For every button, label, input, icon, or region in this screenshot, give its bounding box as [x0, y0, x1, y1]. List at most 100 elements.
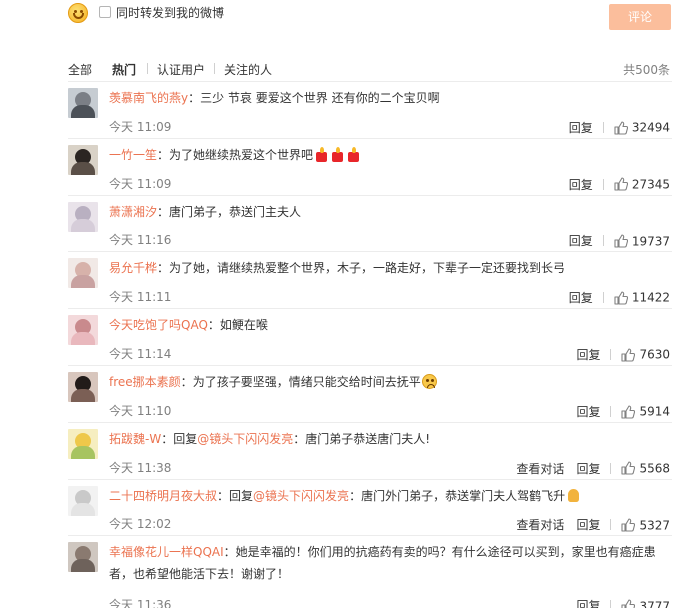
comment-username[interactable]: 一竹一笙: [109, 148, 157, 162]
like-button[interactable]: 32494: [614, 120, 670, 135]
comment-text: 拓跋魏-W：回复@镜头下闪闪发亮：唐门弟子恭送唐门夫人!: [109, 428, 669, 450]
comment-item: 易允千桦：为了她，请继续热爱整个世界，木子，一路走好，下辈子一定还要找到长弓 今天…: [68, 252, 672, 310]
tab-verified-users[interactable]: 认证用户: [157, 61, 205, 78]
emoji-picker-icon[interactable]: [68, 3, 88, 23]
mention-separator: ：: [349, 488, 362, 503]
comment-username[interactable]: 羡慕南飞的燕y: [109, 91, 188, 105]
like-button[interactable]: 7630: [621, 347, 670, 362]
action-divider: [602, 178, 604, 190]
user-avatar[interactable]: [68, 144, 98, 175]
username-separator: ：: [207, 318, 220, 333]
user-avatar[interactable]: [68, 428, 98, 459]
pray-icon: [566, 488, 581, 503]
mention-separator: ：: [293, 431, 306, 446]
comment-item: 羡慕南飞的燕y：三少 节哀 要爱这个世界 还有你的二个宝贝啊今天 11:09 回复…: [68, 82, 672, 139]
repost-checkbox-label[interactable]: 同时转发到我的微博: [116, 4, 224, 21]
reply-button[interactable]: 回复: [569, 234, 593, 248]
username-separator: ：: [157, 261, 170, 276]
comment-content: 为了孩子要坚强，情绪只能交给时间去抚平: [192, 374, 421, 389]
reply-button[interactable]: 回复: [576, 599, 600, 608]
like-button[interactable]: 19737: [614, 234, 670, 248]
comment-content: 唐门弟子恭送唐门夫人!: [305, 431, 431, 446]
action-divider: [610, 348, 612, 360]
tab-following[interactable]: 关注的人: [224, 61, 272, 78]
thumbs-up-icon: [614, 120, 628, 135]
like-count: 3777: [639, 599, 670, 608]
comment-text: 一竹一笙：为了她继续热爱这个世界吧: [109, 144, 669, 166]
comment-username[interactable]: 萧潇湘汐: [109, 205, 157, 219]
like-count: 5914: [639, 404, 670, 419]
like-button[interactable]: 3777: [621, 599, 670, 608]
comment-username[interactable]: free挪本素颜: [109, 375, 181, 389]
user-avatar[interactable]: [68, 371, 98, 402]
action-divider: [610, 600, 612, 608]
username-separator: ：: [161, 431, 174, 446]
comment-time: 今天 11:14: [109, 346, 172, 361]
thumbs-up-icon: [621, 404, 636, 419]
reply-button[interactable]: 回复: [569, 291, 593, 305]
like-button[interactable]: 5914: [621, 404, 670, 419]
mention-link[interactable]: @镜头下闪闪发亮: [197, 432, 293, 446]
action-divider: [610, 519, 612, 531]
comment-time: 今天 11:16: [109, 233, 172, 248]
like-count: 7630: [639, 347, 670, 362]
comment-time: 今天 11:36: [109, 598, 172, 608]
like-button[interactable]: 5568: [621, 461, 670, 475]
comment-item: 萧潇湘汐：唐门弟子，恭送门主夫人今天 11:16 回复 19737: [68, 196, 672, 253]
thumbs-up-icon: [621, 348, 636, 362]
comment-username[interactable]: 易允千桦: [109, 261, 157, 275]
reply-button[interactable]: 回复: [569, 121, 593, 135]
user-avatar[interactable]: [68, 258, 98, 289]
username-separator: ：: [223, 545, 236, 560]
comment-content: 唐门弟子，恭送门主夫人: [169, 204, 302, 219]
view-conversation-link[interactable]: 查看对话: [516, 518, 564, 532]
comment-username[interactable]: 拓跋魏-W: [109, 432, 161, 446]
comment-content: 三少 节哀 要爱这个世界 还有你的二个宝贝啊: [200, 91, 440, 105]
comment-text: 羡慕南飞的燕y：三少 节哀 要爱这个世界 还有你的二个宝贝啊: [109, 87, 669, 109]
user-avatar[interactable]: [68, 485, 98, 516]
reply-button[interactable]: 回复: [576, 348, 600, 362]
user-avatar[interactable]: [68, 542, 98, 573]
user-avatar[interactable]: [68, 201, 98, 232]
repost-checkbox[interactable]: [99, 6, 111, 18]
comment-time: 今天 11:09: [109, 119, 172, 134]
comment-text: 萧潇湘汐：唐门弟子，恭送门主夫人: [109, 201, 669, 223]
like-button[interactable]: 5327: [621, 518, 670, 532]
comment-content: 为了她，请继续热爱整个世界，木子，一路走好，下辈子一定还要找到长弓: [169, 261, 566, 276]
comment-username[interactable]: 二十四桥明月夜大叔: [109, 489, 217, 503]
username-separator: ：: [180, 374, 193, 389]
comment-username[interactable]: 幸福像花儿一样QQAI: [109, 545, 224, 559]
reply-button[interactable]: 回复: [576, 405, 600, 419]
comment-text: 易允千桦：为了她，请继续热爱整个世界，木子，一路走好，下辈子一定还要找到长弓: [109, 257, 669, 279]
like-count: 19737: [631, 234, 670, 249]
username-separator: ：: [217, 488, 230, 503]
comment-list: 羡慕南飞的燕y：三少 节哀 要爱这个世界 还有你的二个宝贝啊 今天 11:09 回复…: [68, 82, 672, 608]
tab-all[interactable]: 全部: [68, 61, 92, 78]
reply-button[interactable]: 回复: [576, 518, 600, 532]
user-avatar[interactable]: [68, 315, 98, 346]
reply-button[interactable]: 回复: [576, 462, 600, 476]
thumbs-up-icon: [621, 518, 636, 532]
comment-text: 幸福像花儿一样QQAI：她是幸福的！你们用的抗癌药有卖的吗？有什么途径可以买到，…: [109, 541, 669, 585]
view-conversation-link[interactable]: 查看对话: [516, 462, 564, 476]
comment-total-count: 共500条: [623, 63, 670, 77]
comment-time: 今天 11:38: [109, 460, 172, 475]
comment-actions: 回复 19737: [569, 232, 670, 248]
submit-comment-button[interactable]: 评论: [609, 4, 671, 30]
reply-button[interactable]: 回复: [569, 178, 593, 192]
thumbs-up-icon: [621, 599, 636, 608]
action-divider: [602, 292, 604, 304]
comment-composer-bar: 同时转发到我的微博 评论: [0, 0, 686, 36]
like-count: 5568: [639, 461, 670, 476]
username-separator: ：: [157, 204, 170, 219]
comment-actions: 回复 7630: [576, 346, 670, 362]
candle-icon: [346, 146, 361, 162]
like-button[interactable]: 11422: [614, 290, 670, 305]
comment-username[interactable]: 今天吃饱了吗QAQ: [109, 318, 208, 332]
like-button[interactable]: 27345: [614, 177, 670, 191]
comment-item: 一竹一笙：为了她继续热爱这个世界吧 今天 11:09 回复 27345: [68, 139, 672, 196]
action-divider: [610, 405, 612, 417]
user-avatar[interactable]: [68, 88, 98, 118]
tab-hot[interactable]: 热门: [112, 61, 136, 78]
mention-link[interactable]: @镜头下闪闪发亮: [253, 489, 349, 503]
